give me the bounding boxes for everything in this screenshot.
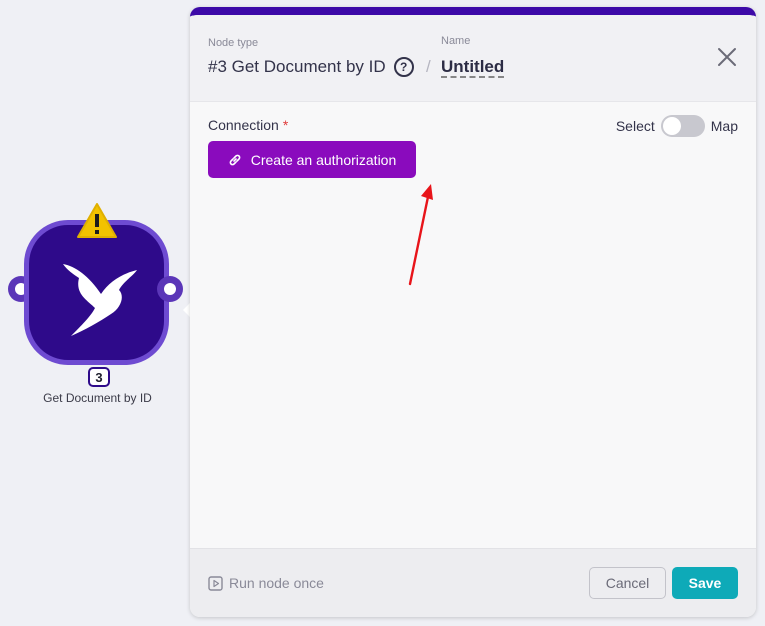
connection-label-text: Connection <box>208 117 279 133</box>
node-type-label: Node type <box>208 37 259 49</box>
name-label: Name <box>441 35 471 47</box>
node-type-text: #3 Get Document by ID <box>208 57 386 76</box>
save-button[interactable]: Save <box>672 567 738 599</box>
node-type-value: #3 Get Document by ID ? <box>208 57 414 77</box>
node-body[interactable] <box>24 220 169 365</box>
connection-label: Connection * <box>208 117 288 133</box>
node-number-badge: 3 <box>88 367 110 387</box>
help-icon[interactable]: ? <box>393 57 414 77</box>
play-icon <box>208 575 223 591</box>
header-separator: / <box>426 57 431 76</box>
select-map-toggle-row: Select Map <box>616 115 738 137</box>
close-icon[interactable] <box>717 47 737 67</box>
node-name-field[interactable]: Untitled <box>441 57 504 77</box>
link-icon <box>229 154 241 165</box>
cancel-button[interactable]: Cancel <box>589 567 666 599</box>
create-authorization-button[interactable]: Create an authorization <box>208 141 416 178</box>
node-label: Get Document by ID <box>43 391 152 405</box>
map-label: Map <box>710 118 738 134</box>
node-output-port[interactable] <box>157 276 183 302</box>
panel-footer: Run node once Cancel Save <box>190 548 756 617</box>
warning-triangle-icon <box>77 203 117 238</box>
red-arrow-annotation <box>408 184 433 286</box>
select-label: Select <box>615 118 655 134</box>
run-node-once-label: Run node once <box>229 575 324 591</box>
node-settings-panel: Node type #3 Get Document by ID ? / Name… <box>190 7 756 617</box>
panel-header: Node type #3 Get Document by ID ? / Name… <box>190 15 756 102</box>
required-mark: * <box>282 117 289 133</box>
map-toggle[interactable] <box>660 115 705 137</box>
run-node-once-button[interactable]: Run node once <box>208 575 324 591</box>
scenario-node[interactable]: 3 Get Document by ID <box>0 200 195 420</box>
toggle-knob <box>662 117 681 135</box>
hummingbird-icon <box>63 264 137 336</box>
create-authorization-label: Create an authorization <box>250 151 397 168</box>
